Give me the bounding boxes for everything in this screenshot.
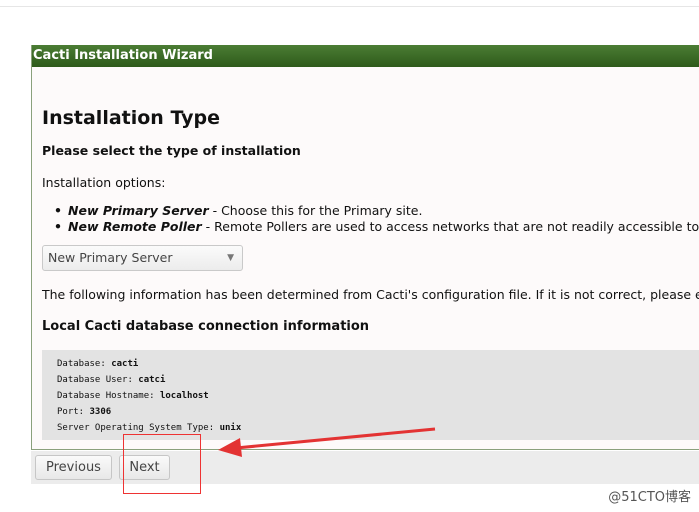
watermark: @51CTO博客 <box>608 490 691 505</box>
annotation-arrow-icon <box>218 427 436 457</box>
